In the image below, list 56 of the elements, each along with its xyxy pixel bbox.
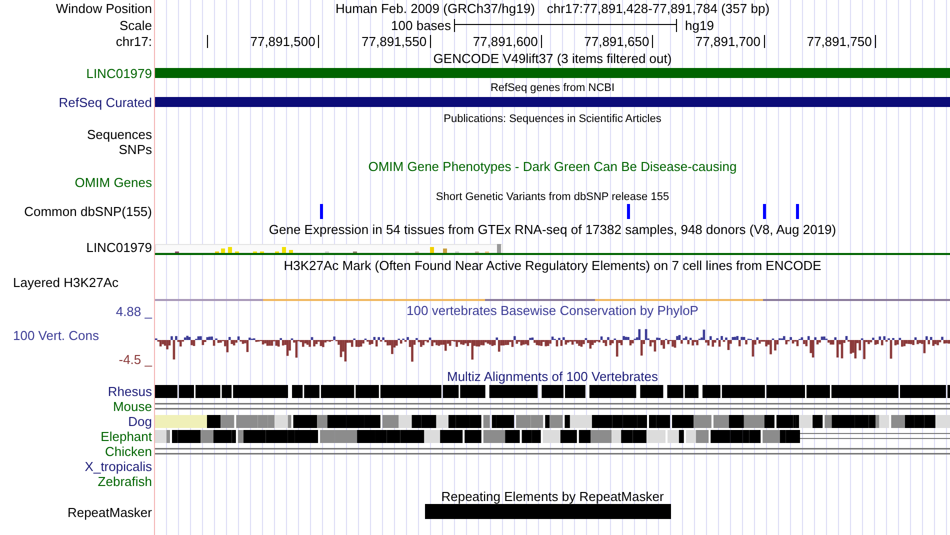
track-title: 100 vertebrates Basewise Conservation by PhyloP [406, 303, 698, 319]
snp-tick[interactable] [796, 204, 799, 219]
gene-bar[interactable] [155, 97, 950, 107]
assembly-title: Human Feb. 2009 (GRCh37/hg19) [335, 1, 535, 16]
species-label[interactable]: Chicken [105, 444, 152, 459]
ruler-tick [652, 35, 654, 48]
ruler-tick [207, 35, 208, 48]
snp-tick[interactable] [763, 204, 766, 219]
species-label[interactable]: Dog [128, 414, 152, 429]
species-label[interactable]: Mouse [112, 399, 152, 414]
ruler-tick [318, 35, 320, 48]
species-label[interactable]: Elephant [100, 429, 152, 444]
track-title: Publications: Sequences in Scientific Articles [444, 112, 662, 124]
species-label[interactable]: X_tropicalis [84, 459, 152, 474]
track-title: H3K27Ac Mark (Often Found Near Active Regulatory Elements) on 7 cell lines from ENCODE [284, 258, 822, 273]
track-title: OMIM Gene Phenotypes - Dark Green Can Be Disease-causing [368, 158, 737, 174]
track-title: Multiz Alignments of 100 Vertebrates [446, 368, 658, 384]
scale-assembly: hg19 [685, 18, 714, 32]
track-label[interactable]: LINC01979 [86, 240, 152, 254]
track-label[interactable]: 100 Vert. Cons [0, 328, 99, 343]
ruler-tick [874, 35, 876, 48]
track-title: GENCODE V49lift37 (3 items filtered out) [433, 50, 672, 66]
track-label[interactable]: SNPs [118, 142, 152, 157]
track-label[interactable]: Common dbSNP(155) [24, 204, 152, 219]
track-label[interactable]: RepeatMasker [67, 504, 152, 520]
axis-max-label: 4.88 _ [116, 304, 152, 319]
track-label[interactable]: LINC01979 [86, 66, 152, 80]
track-title: Gene Expression in 54 tissues from GTEx RNA-seq of 17382 samples, 948 donors (V8, Aug 2019) [268, 222, 836, 236]
ruler-label: 77,891,750 [806, 34, 872, 49]
ruler-tick [540, 35, 542, 48]
track-title: Repeating Elements by RepeatMasker [441, 489, 664, 504]
ruler-tick [430, 35, 431, 48]
ruler-label: 77,891,550 [362, 34, 427, 49]
species-label[interactable]: Zebrafish [98, 474, 152, 489]
axis-min-label: -4.5 _ [118, 352, 152, 367]
chromosome-label: chr17: [116, 34, 152, 49]
track-label: Window Position [56, 1, 152, 16]
species-label[interactable]: Rhesus [108, 384, 152, 399]
track-label[interactable]: RefSeq Curated [58, 95, 152, 110]
repeat-element-bar[interactable] [425, 504, 671, 519]
track-title: Short Genetic Variants from dbSNP release 155 [436, 190, 670, 202]
scale-text: 100 bases [391, 18, 452, 32]
ruler-label: 77,891,500 [250, 34, 316, 49]
position-text: chr17:77,891,428-77,891,784 (357 bp) [546, 1, 770, 16]
snp-tick[interactable] [320, 204, 323, 219]
track-label: Scale [119, 18, 152, 32]
gene-bar[interactable] [155, 68, 950, 78]
track-label[interactable]: Layered H3K27Ac [13, 275, 119, 290]
snp-tick[interactable] [627, 204, 630, 219]
ruler-label: 77,891,700 [695, 34, 760, 49]
track-title: RefSeq genes from NCBI [490, 82, 615, 94]
track-label[interactable]: Sequences [86, 127, 152, 142]
track-label[interactable]: OMIM Genes [74, 175, 152, 190]
ruler-label: 77,891,600 [472, 34, 538, 49]
gene-line[interactable] [155, 253, 950, 255]
ruler-label: 77,891,650 [584, 34, 650, 49]
